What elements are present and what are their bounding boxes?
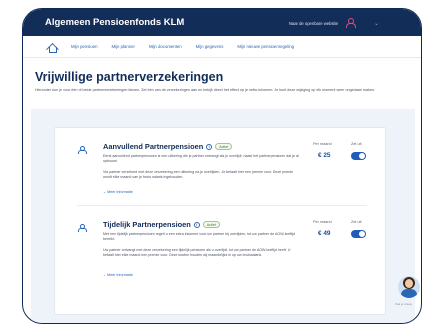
item-description: Eerst aanvullend partnerpensioen is een …: [103, 154, 299, 163]
status-badge: Actief: [202, 221, 220, 228]
more-info-link[interactable]: ⌄ Meer informatie: [103, 273, 133, 277]
insurance-card: Aanvullend Partnerpensioen i Actief Per …: [54, 127, 386, 315]
column-per-month: Per maand: [313, 220, 332, 224]
nav-item-mijn-planner[interactable]: Mijn planner: [112, 44, 135, 49]
toggle-switch[interactable]: [351, 152, 366, 160]
column-switch: Zet uit: [351, 142, 362, 146]
public-website-link[interactable]: Naar de openbare website: [289, 21, 338, 26]
item-title: Tijdelijk Partnerpensioen i Actief: [103, 220, 220, 229]
divider: [77, 205, 367, 206]
nav-item-mijn-documenten[interactable]: Mijn documenten: [149, 44, 182, 49]
page-intro: Hieronder kun je voor één of beide partn…: [35, 88, 375, 92]
column-switch: Zet uit: [351, 220, 362, 224]
item-description-2: Via partner verzekerd met deze verzekeri…: [103, 170, 294, 179]
item-title-text: Aanvullend Partnerpensioen: [103, 142, 204, 151]
info-icon[interactable]: i: [193, 221, 200, 228]
status-badge: Actief: [215, 143, 233, 150]
main-nav: Mijn pensioen Mijn planner Mijn document…: [23, 36, 421, 58]
info-icon[interactable]: i: [206, 143, 213, 150]
nav-item-nieuwe-regeling[interactable]: Mijn nieuwe pensioenregeling: [237, 44, 294, 49]
nav-item-mijn-pensioen[interactable]: Mijn pensioen: [71, 44, 98, 49]
content-panel: Aanvullend Partnerpensioen i Actief Per …: [31, 109, 415, 323]
assistant-caption: Stel je vraag: [395, 302, 412, 306]
more-info-label: Meer informatie: [107, 190, 133, 194]
item-title-text: Tijdelijk Partnerpensioen: [103, 220, 191, 229]
assistant-avatar[interactable]: [398, 276, 420, 298]
app-frame: Algemeen Pensioenfonds KLM Naar de openb…: [22, 8, 422, 324]
top-bar: Algemeen Pensioenfonds KLM Naar de openb…: [23, 9, 421, 36]
person-icon: [77, 145, 87, 155]
item-description-2: Uw partner ontvangt met deze verzekering…: [103, 248, 291, 257]
avatar-head: [405, 279, 413, 288]
brand-logo[interactable]: Algemeen Pensioenfonds KLM: [45, 17, 184, 28]
avatar-body: [401, 289, 417, 298]
chevron-down-icon[interactable]: ⌄: [374, 20, 379, 27]
more-info-label: Meer informatie: [107, 273, 133, 277]
column-per-month: Per maand: [313, 142, 332, 146]
toggle-switch[interactable]: [351, 230, 366, 238]
top-right-actions: Naar de openbare website ⌄: [289, 18, 379, 28]
item-title: Aanvullend Partnerpensioen i Actief: [103, 142, 233, 151]
item-description: Met een tijdelijk partnerpensioen regelt…: [103, 232, 296, 241]
page-title: Vrijwillige partnerverzekeringen: [35, 70, 224, 84]
monthly-price: € 49: [318, 230, 331, 237]
person-icon: [77, 223, 87, 233]
home-icon[interactable]: [47, 42, 57, 53]
more-info-link[interactable]: ⌄ Meer informatie: [103, 190, 133, 194]
nav-item-mijn-gegevens[interactable]: Mijn gegevens: [196, 44, 224, 49]
user-icon[interactable]: [345, 18, 356, 28]
monthly-price: € 25: [318, 152, 331, 159]
